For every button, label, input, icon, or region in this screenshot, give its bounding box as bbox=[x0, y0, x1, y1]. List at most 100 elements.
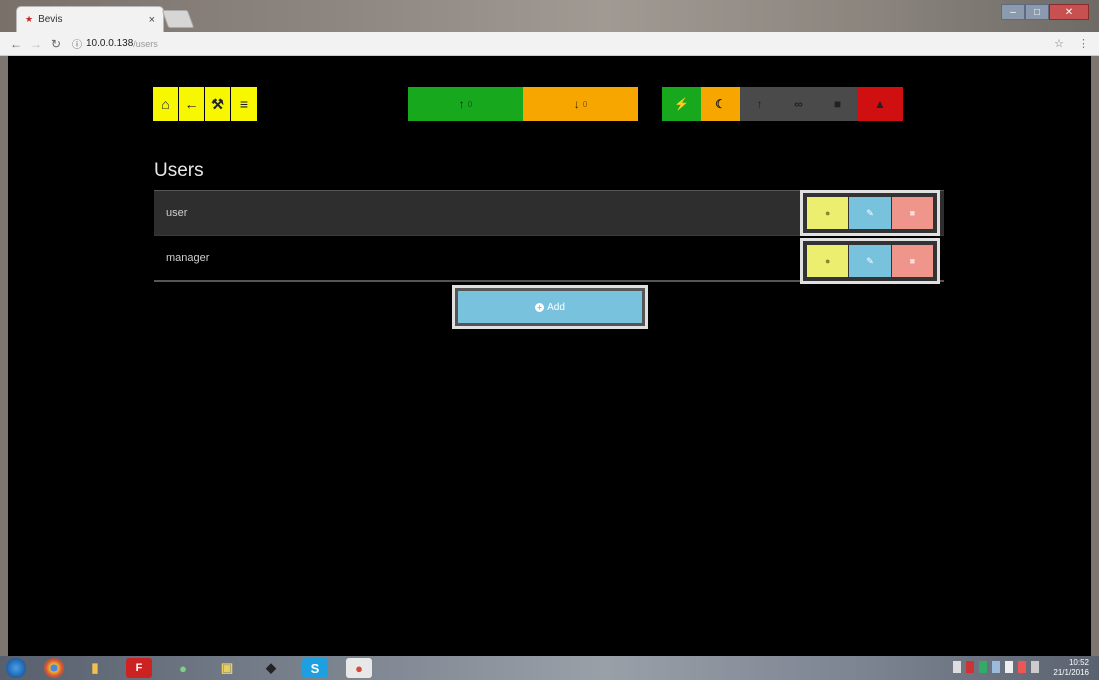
settings-button[interactable]: ⚒ bbox=[205, 87, 231, 121]
window-frame-right bbox=[1091, 56, 1099, 656]
edit-user-button[interactable]: ✎ bbox=[849, 197, 891, 229]
tab-title: Bevis bbox=[38, 14, 63, 25]
row-actions: ● ✎ ■ bbox=[800, 190, 940, 236]
chrome-icon: ● bbox=[355, 660, 363, 676]
browser-titlebar: ★ Bevis × – □ ✕ bbox=[0, 0, 1099, 32]
reload-button[interactable]: ↻ bbox=[48, 37, 64, 51]
delete-user-button[interactable]: ■ bbox=[891, 197, 933, 229]
taskbar-explorer[interactable]: ▣ bbox=[214, 658, 240, 678]
favicon-icon: ★ bbox=[25, 14, 34, 24]
link-status-button[interactable]: ∞ bbox=[779, 87, 818, 121]
home-button[interactable]: ⌂ bbox=[153, 87, 179, 121]
add-user-button[interactable]: + Add bbox=[458, 291, 642, 323]
filezilla-icon: F bbox=[135, 662, 143, 674]
page-viewport: ⌂ ← ⚒ ≡ ↑ 0 ↓ 0 ⚡ ☾ ↑ ∞ ■ ▲ Users user m… bbox=[8, 56, 1091, 656]
tray-volume-icon[interactable] bbox=[1005, 661, 1013, 673]
browser-menu-icon[interactable]: ⋮ bbox=[1078, 37, 1089, 50]
list-icon: ≡ bbox=[239, 96, 249, 112]
address-bar[interactable]: ⓘ 10.0.0.138 /users bbox=[72, 36, 158, 51]
moon-icon: ☾ bbox=[715, 97, 726, 111]
tray-flag-icon[interactable] bbox=[953, 661, 961, 673]
folder-icon: ▮ bbox=[91, 660, 99, 675]
power-status-button[interactable]: ⚡ bbox=[662, 87, 701, 121]
row-actions: ● ✎ ■ bbox=[800, 238, 940, 284]
view-user-button[interactable]: ● bbox=[807, 197, 849, 229]
trash-icon: ■ bbox=[909, 208, 916, 218]
view-user-button[interactable]: ● bbox=[807, 245, 849, 277]
usb-icon: ◆ bbox=[266, 660, 276, 675]
alarm-status-button[interactable]: ▲ bbox=[857, 87, 903, 121]
new-tab-button[interactable] bbox=[161, 10, 195, 28]
add-button-frame: + Add bbox=[452, 285, 648, 329]
taskbar-chrome[interactable] bbox=[44, 658, 64, 678]
eye-icon: ● bbox=[824, 256, 831, 266]
tray-shield-icon[interactable] bbox=[979, 661, 987, 673]
tray-network-icon[interactable] bbox=[992, 661, 1000, 673]
arrow-down-icon: ↓ bbox=[573, 97, 580, 111]
url-host: 10.0.0.138 bbox=[86, 38, 134, 49]
bookmark-star-icon[interactable]: ☆ bbox=[1054, 37, 1064, 50]
skype-icon: S bbox=[310, 660, 320, 676]
user-name: manager bbox=[166, 252, 210, 264]
lock-status-button[interactable]: ■ bbox=[818, 87, 857, 121]
close-window-button[interactable]: ✕ bbox=[1049, 4, 1089, 20]
pointer-status-button[interactable]: ↑ bbox=[740, 87, 779, 121]
taskbar-network[interactable]: ● bbox=[170, 658, 196, 678]
eye-icon: ● bbox=[824, 208, 831, 218]
info-icon: ⓘ bbox=[72, 40, 82, 51]
download-button[interactable]: ↓ 0 bbox=[523, 87, 638, 121]
upload-count: 0 bbox=[467, 99, 473, 109]
taskbar-skype[interactable]: S bbox=[302, 658, 328, 678]
maximize-button[interactable]: □ bbox=[1025, 4, 1049, 20]
clock-date: 21/1/2016 bbox=[1053, 668, 1089, 677]
taskbar: ▮ F ● ▣ ◆ S ● 10:52 21/1/2016 bbox=[0, 656, 1099, 680]
home-icon: ⌂ bbox=[161, 96, 170, 112]
window-frame-left bbox=[0, 56, 8, 656]
start-button[interactable] bbox=[6, 658, 26, 678]
status-group: ⚡ ☾ ↑ ∞ ■ ▲ bbox=[662, 87, 903, 121]
url-path: /users bbox=[133, 38, 158, 49]
back-page-button[interactable]: ← bbox=[179, 87, 205, 121]
taskbar-filezilla[interactable]: F bbox=[126, 658, 152, 678]
trash-icon: ■ bbox=[909, 256, 916, 266]
plus-circle-icon: + bbox=[535, 302, 545, 312]
tray-power-icon[interactable] bbox=[1031, 661, 1039, 673]
taskbar-chrome-2[interactable]: ● bbox=[346, 658, 372, 678]
window-controls: – □ ✕ bbox=[1001, 4, 1089, 22]
lock-icon: ■ bbox=[833, 97, 842, 111]
tray-update-icon[interactable] bbox=[1018, 661, 1026, 673]
tab-close-icon[interactable]: × bbox=[149, 14, 155, 26]
sleep-status-button[interactable]: ☾ bbox=[701, 87, 740, 121]
menu-button[interactable]: ≡ bbox=[231, 87, 257, 121]
clock-time: 10:52 bbox=[1068, 658, 1089, 667]
back-arrow-icon: ← bbox=[184, 96, 199, 112]
pencil-icon: ✎ bbox=[866, 255, 874, 266]
arrow-up-icon: ↑ bbox=[458, 97, 465, 111]
warning-icon: ▲ bbox=[874, 97, 886, 111]
pointer-icon: ↑ bbox=[756, 97, 763, 111]
wrench-icon: ⚒ bbox=[211, 95, 224, 112]
system-tray bbox=[953, 661, 1039, 673]
browser-toolbar: ← → ↻ ⓘ 10.0.0.138 /users ☆ ⋮ bbox=[0, 32, 1099, 56]
add-button-label: Add bbox=[547, 301, 565, 313]
browser-tab[interactable]: ★ Bevis × bbox=[16, 6, 164, 32]
plug-icon: ⚡ bbox=[674, 97, 689, 111]
tray-app-icon[interactable] bbox=[966, 661, 974, 673]
pencil-icon: ✎ bbox=[866, 207, 874, 218]
delete-user-button[interactable]: ■ bbox=[891, 245, 933, 277]
network-icon: ● bbox=[179, 660, 187, 676]
transfer-group: ↑ 0 ↓ 0 bbox=[408, 87, 638, 121]
edit-user-button[interactable]: ✎ bbox=[849, 245, 891, 277]
taskbar-files[interactable]: ▮ bbox=[82, 658, 108, 678]
taskbar-usb[interactable]: ◆ bbox=[258, 658, 284, 678]
page-title: Users bbox=[154, 160, 204, 181]
back-button[interactable]: ← bbox=[8, 37, 24, 51]
forward-button[interactable]: → bbox=[28, 37, 44, 51]
system-clock[interactable]: 10:52 21/1/2016 bbox=[1053, 658, 1089, 678]
download-count: 0 bbox=[582, 99, 588, 109]
user-name: user bbox=[166, 207, 188, 219]
minimize-button[interactable]: – bbox=[1001, 4, 1025, 20]
link-icon: ∞ bbox=[794, 97, 803, 111]
nav-button-group: ⌂ ← ⚒ ≡ bbox=[153, 87, 257, 121]
upload-button[interactable]: ↑ 0 bbox=[408, 87, 523, 121]
